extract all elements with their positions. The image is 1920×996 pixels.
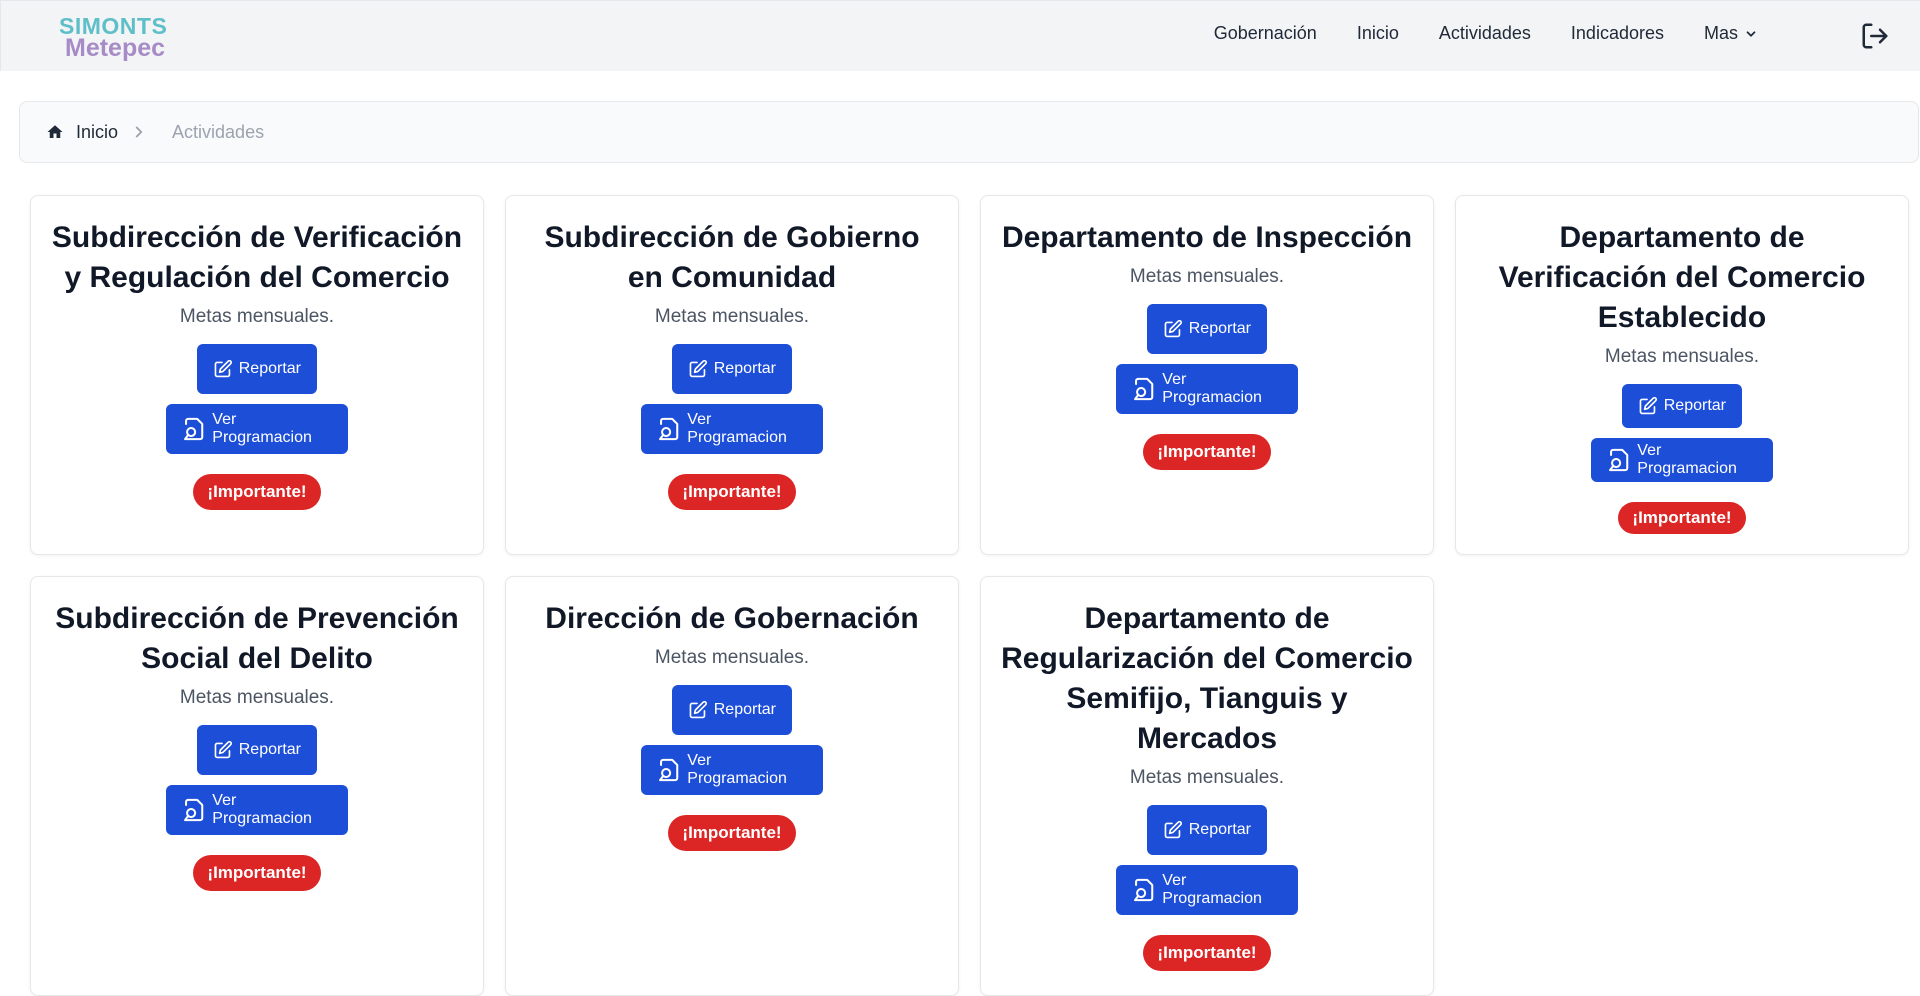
edit-icon [214,359,232,378]
view-program-button-label: Ver Programacion [212,792,312,827]
app-logo[interactable]: SIMONTS Metepec [59,15,167,61]
nav-link-indicadores[interactable]: Indicadores [1571,23,1664,44]
activity-card: Subdirección de Gobierno en Comunidad Me… [505,195,959,555]
view-program-button[interactable]: Ver Programacion [1116,364,1298,414]
report-button-label: Reportar [1663,397,1726,415]
top-navbar: SIMONTS Metepec Gobernación Inicio Activ… [0,0,1920,71]
nav-more-dropdown[interactable]: Mas [1704,23,1758,44]
activity-cards-grid: Subdirección de Verificación y Regulació… [30,195,1909,996]
report-button[interactable]: Reportar [672,344,792,394]
card-subtitle: Metas mensuales. [1129,767,1285,788]
important-badge[interactable]: ¡Importante! [668,815,796,851]
report-button[interactable]: Reportar [1147,805,1267,855]
breadcrumb: Inicio Actividades [19,101,1919,163]
view-program-button-label: Ver Programacion [687,752,787,787]
report-button[interactable]: Reportar [197,344,317,394]
file-search-icon [1134,878,1154,902]
file-search-icon [659,417,679,441]
activity-card: Departamento de Inspección Metas mensual… [980,195,1434,555]
activity-card: Dirección de Gobernación Metas mensuales… [505,576,959,996]
edit-icon [214,740,232,759]
card-title: Dirección de Gobernación [545,602,919,635]
view-program-button-label: Ver Programacion [1162,371,1262,406]
view-program-button-label: Ver Programacion [687,411,787,446]
important-badge[interactable]: ¡Importante! [1143,935,1271,971]
breadcrumb-home-label: Inicio [76,121,119,142]
report-button[interactable]: Reportar [1622,384,1742,429]
edit-icon [1164,319,1182,338]
report-button[interactable]: Reportar [672,685,792,735]
report-button-label: Reportar [1188,821,1251,838]
logout-icon[interactable] [1860,21,1890,51]
file-search-icon [1134,377,1154,401]
card-title: Subdirección de Prevención Social del De… [55,602,459,675]
card-subtitle: Metas mensuales. [654,647,810,668]
home-icon [47,125,63,138]
important-badge[interactable]: ¡Importante! [668,474,796,510]
view-program-button[interactable]: Ver Programacion [166,785,348,835]
report-button[interactable]: Reportar [1147,304,1267,354]
activity-card: Subdirección de Prevención Social del De… [30,576,484,996]
report-button-label: Reportar [238,360,301,377]
view-program-button[interactable]: Ver Programacion [641,745,823,795]
file-search-icon [659,758,679,782]
activity-card: Subdirección de Verificación y Regulació… [30,195,484,555]
card-title: Subdirección de Verificación y Regulació… [51,221,463,294]
file-search-icon [184,417,204,441]
card-subtitle: Metas mensuales. [1604,346,1760,367]
view-program-button-label: Ver Programacion [212,411,312,446]
edit-icon [689,359,707,378]
nav-link-inicio[interactable]: Inicio [1357,23,1399,44]
card-subtitle: Metas mensuales. [179,687,335,708]
breadcrumb-separator [130,123,148,141]
report-button-label: Reportar [1188,320,1251,337]
report-button-label: Reportar [713,701,776,718]
important-badge[interactable]: ¡Importante! [193,855,321,891]
card-subtitle: Metas mensuales. [654,306,810,327]
view-program-button[interactable]: Ver Programacion [1116,865,1298,915]
activity-card: Departamento de Verificación del Comerci… [1455,195,1909,555]
edit-icon [689,700,707,719]
report-button[interactable]: Reportar [197,725,317,775]
view-program-button[interactable]: Ver Programacion [641,404,823,454]
edit-icon [1164,820,1182,839]
view-program-button[interactable]: Ver Programacion [1591,438,1773,483]
card-subtitle: Metas mensuales. [179,306,335,327]
report-button-label: Reportar [713,360,776,377]
important-badge[interactable]: ¡Importante! [1143,434,1271,470]
nav-link-actividades[interactable]: Actividades [1439,23,1531,44]
chevron-down-icon [1746,30,1756,37]
report-button-label: Reportar [238,741,301,758]
card-subtitle: Metas mensuales. [1129,266,1285,287]
file-search-icon [184,798,204,822]
view-program-button-label: Ver Programacion [1637,442,1737,478]
edit-icon [1639,396,1657,415]
card-title: Subdirección de Gobierno en Comunidad [544,221,920,294]
card-title: Departamento de Inspección [1001,221,1413,254]
activity-card: Departamento de Regularización del Comer… [980,576,1434,996]
view-program-button-label: Ver Programacion [1162,872,1262,907]
breadcrumb-home[interactable]: Inicio [46,122,118,143]
breadcrumb-current: Actividades [172,121,265,142]
nav-link-gobernacion[interactable]: Gobernación [1214,23,1317,44]
card-title: Departamento de Regularización del Comer… [1001,602,1413,755]
important-badge[interactable]: ¡Importante! [193,474,321,510]
view-program-button[interactable]: Ver Programacion [166,404,348,454]
card-title: Departamento de Verificación del Comerci… [1498,221,1866,334]
nav-links: Gobernación Inicio Actividades Indicador… [1214,23,1758,44]
important-badge[interactable]: ¡Importante! [1618,502,1746,535]
file-search-icon [1609,449,1629,472]
chevron-right-icon [135,126,143,138]
nav-more-label: Mas [1703,23,1738,43]
logo-line2: Metepec [65,34,166,62]
